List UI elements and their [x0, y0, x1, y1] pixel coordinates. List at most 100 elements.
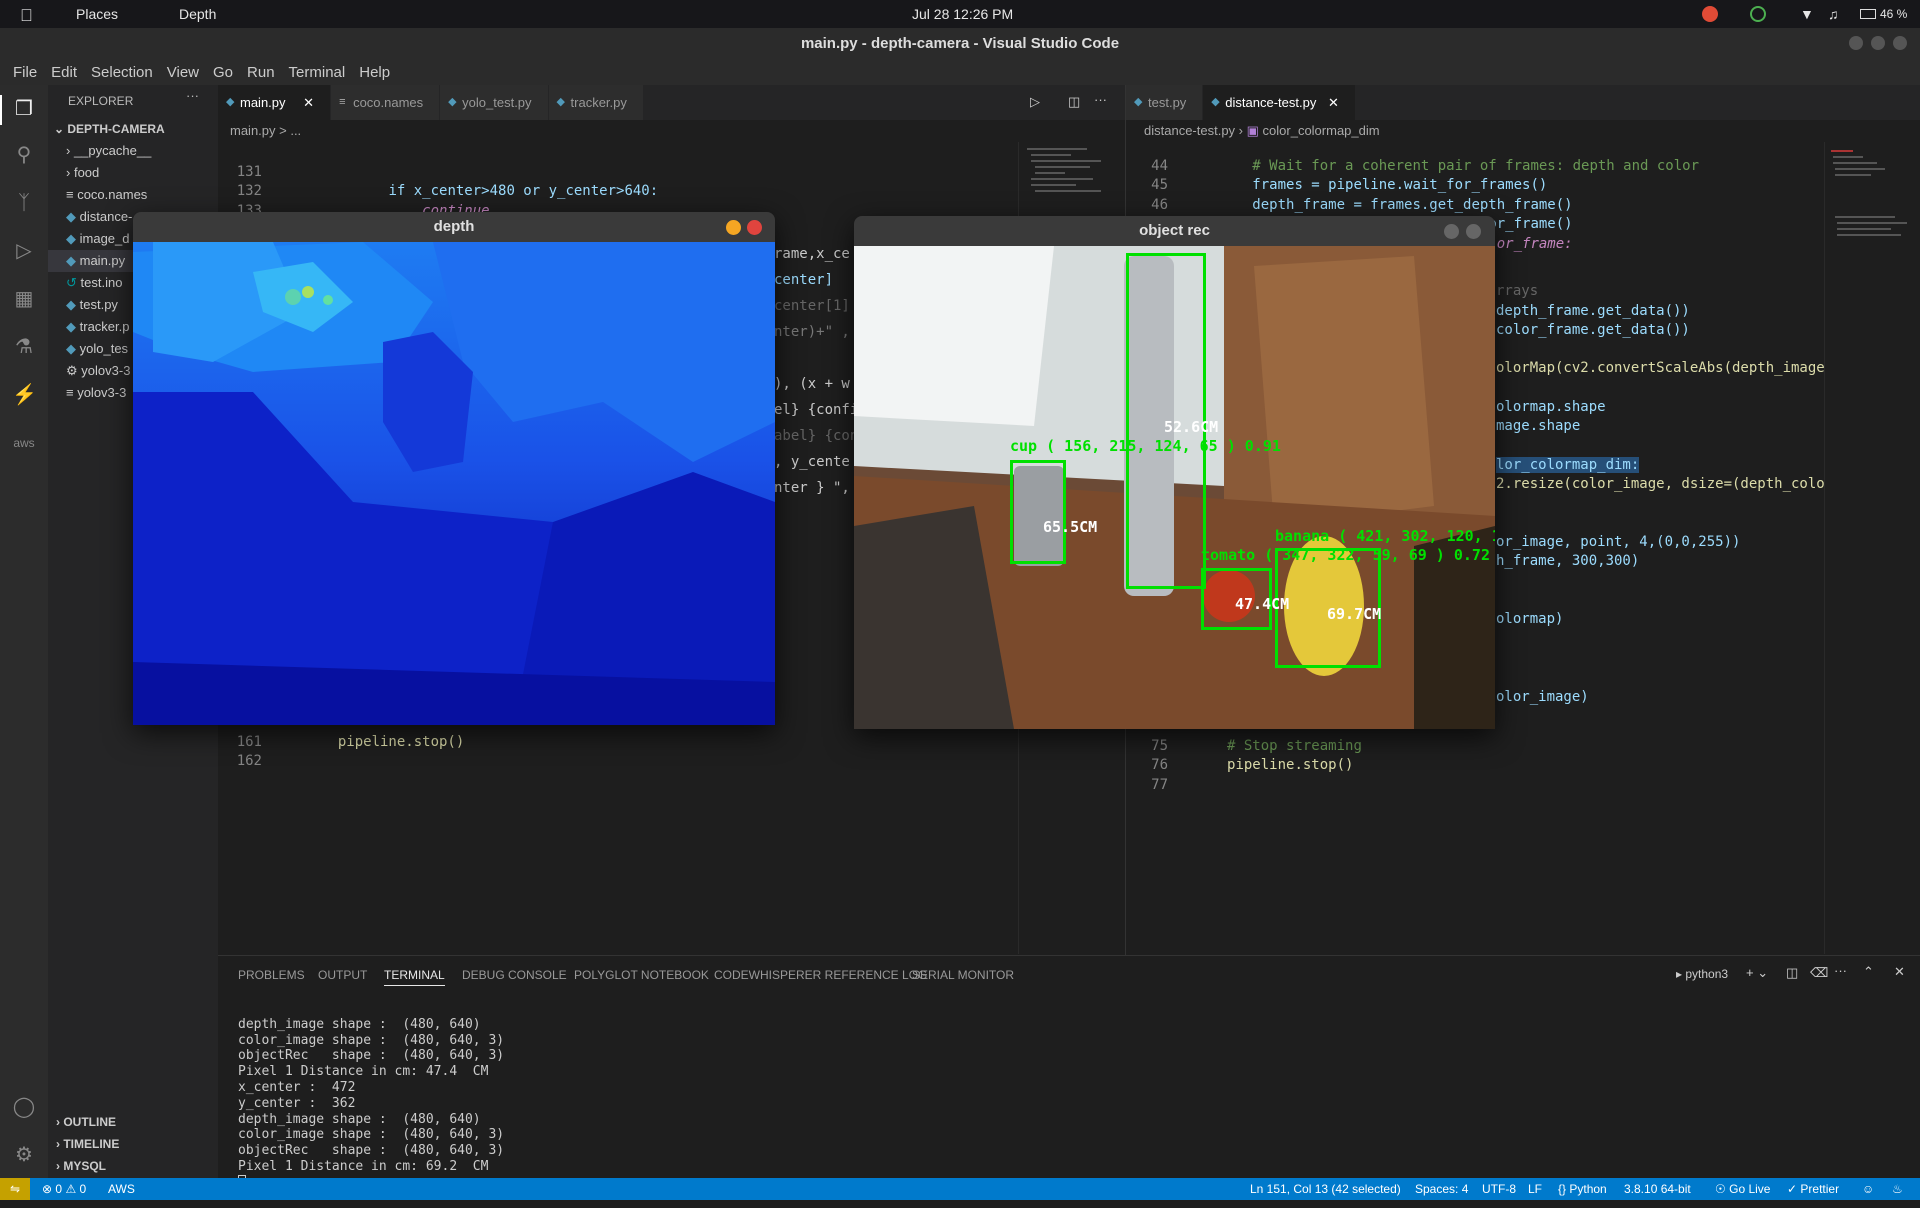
python-interpreter[interactable]: 3.8.10 64-bit [1624, 1178, 1691, 1200]
close-tab-icon[interactable]: ✕ [1328, 95, 1339, 110]
tab-main-py[interactable]: ◆ main.py ✕ [218, 85, 332, 120]
problems-indicator[interactable]: ⊗ 0 ⚠ 0 [42, 1178, 86, 1200]
more-actions-icon[interactable]: ··· [186, 88, 199, 103]
account-icon[interactable]: ◯ [12, 1095, 36, 1119]
menu-help[interactable]: Help [352, 64, 397, 81]
sync-icon[interactable] [1750, 6, 1766, 22]
split-terminal-icon[interactable]: ◫ [1786, 965, 1798, 981]
cursor-position[interactable]: Ln 151, Col 13 (42 selected) [1250, 1178, 1401, 1200]
minimize-dot-icon[interactable] [1444, 224, 1459, 239]
tree-item-pycache[interactable]: › __pycache__ [48, 140, 218, 162]
extensions-icon[interactable]: ▦ [12, 287, 36, 311]
close-panel-icon[interactable]: ✕ [1894, 964, 1905, 980]
code-fragment: abel} {con [774, 428, 859, 444]
feedback-icon[interactable]: ☺ [1862, 1178, 1874, 1200]
encoding[interactable]: UTF-8 [1482, 1178, 1516, 1200]
app-menu[interactable]: Depth [179, 6, 216, 22]
close-tab-icon[interactable]: ✕ [303, 95, 314, 110]
line-ending[interactable]: LF [1528, 1178, 1542, 1200]
tab-problems[interactable]: PROBLEMS [238, 968, 305, 982]
tab-codewhisperer[interactable]: CODEWHISPERER REFERENCE LOG [714, 968, 927, 982]
tab-debug-console[interactable]: DEBUG CONSOLE [462, 968, 567, 982]
close-dot-icon[interactable] [747, 220, 762, 235]
notifications-icon[interactable]: ♨ [1892, 1178, 1903, 1200]
mysql-label: MYSQL [63, 1159, 107, 1173]
code-fragment: el} {confi [774, 402, 859, 418]
close-dot-icon[interactable] [1466, 224, 1481, 239]
tree-item-label: distance- [79, 209, 133, 224]
source-control-icon[interactable]: ᛉ [12, 191, 36, 215]
menu-run[interactable]: Run [240, 64, 282, 81]
panel-more-icon[interactable]: ··· [1834, 963, 1847, 978]
left-tab-bar: ◆ main.py ✕ ≡ coco.names ◆ yolo_test.py ◆ tr… [218, 85, 1125, 120]
terminal-panel: PROBLEMS OUTPUT TERMINAL DEBUG CONSOLE P… [218, 955, 1920, 1188]
terminal-line: objectRec shape : (480, 640, 3) [238, 1048, 505, 1064]
menu-view[interactable]: View [160, 64, 206, 81]
language-mode[interactable]: {} Python [1558, 1178, 1607, 1200]
depth-window[interactable]: depth [133, 212, 775, 725]
tab-coco-names[interactable]: ≡ coco.names [331, 85, 441, 120]
minimize-dot-icon[interactable] [726, 220, 741, 235]
close-window-button[interactable] [1893, 36, 1907, 50]
remote-icon[interactable]: ⇋ [0, 1178, 30, 1200]
tab-test-py[interactable]: ◆ test.py [1126, 85, 1204, 120]
editor-more-icon[interactable]: ··· [1094, 92, 1107, 107]
object-rec-window[interactable]: object rec cup ( 156, 215, 124, 65 ) 0.9… [854, 216, 1495, 729]
code-fragment: olormap) [1496, 611, 1564, 628]
settings-gear-icon[interactable]: ⚙ [12, 1143, 36, 1167]
volume-icon[interactable]: ♫ [1828, 6, 1839, 22]
clock[interactable]: Jul 28 12:26 PM [912, 6, 1013, 22]
breadcrumb-file[interactable]: distance-test.py [1144, 123, 1235, 138]
tab-output[interactable]: OUTPUT [318, 968, 367, 982]
maximize-panel-icon[interactable]: ⌃ [1863, 964, 1874, 980]
battery-icon[interactable] [1860, 9, 1876, 19]
minimize-button[interactable] [1849, 36, 1863, 50]
run-file-icon[interactable]: ▷ [1030, 94, 1040, 110]
line-number: 162 [236, 753, 262, 769]
apple-icon[interactable]:  [20, 6, 33, 26]
tab-polyglot-notebook[interactable]: POLYGLOT NOTEBOOK [574, 968, 709, 982]
wifi-icon[interactable]: ▼ [1800, 6, 1814, 22]
indentation[interactable]: Spaces: 4 [1415, 1178, 1468, 1200]
timeline-section[interactable]: › TIMELINE [56, 1137, 119, 1151]
tab-tracker[interactable]: ◆ tracker.py [548, 85, 644, 120]
menu-go[interactable]: Go [206, 64, 240, 81]
tab-yolo-test[interactable]: ◆ yolo_test.py [440, 85, 549, 120]
explorer-icon[interactable]: ❐ [12, 97, 36, 121]
breadcrumb-symbol[interactable]: color_colormap_dim [1263, 123, 1380, 138]
tab-serial-monitor[interactable]: SERIAL MONITOR [912, 968, 1014, 982]
search-icon[interactable]: ⚲ [12, 143, 36, 167]
breadcrumb[interactable]: main.py > ... [230, 120, 301, 142]
tab-distance-test[interactable]: ◆ distance-test.py ✕ [1203, 85, 1356, 120]
mysql-section[interactable]: › MYSQL [56, 1159, 106, 1173]
kill-terminal-icon[interactable]: ⌫ [1810, 965, 1828, 981]
split-editor-icon[interactable]: ◫ [1068, 94, 1080, 110]
tree-item-food[interactable]: › food [48, 162, 218, 184]
prettier[interactable]: ✓ Prettier [1787, 1178, 1839, 1200]
new-terminal-icon[interactable]: + ⌄ [1746, 965, 1768, 981]
language-label: Python [1569, 1182, 1607, 1196]
right-minimap[interactable] [1824, 142, 1920, 954]
chrome-icon[interactable] [1702, 6, 1718, 22]
places-menu[interactable]: Places [76, 6, 118, 22]
tree-item-label: yolov3-3 [77, 385, 127, 400]
testing-icon[interactable]: ⚗ [12, 335, 36, 359]
maximize-button[interactable] [1871, 36, 1885, 50]
tab-terminal[interactable]: TERMINAL [384, 968, 445, 986]
aws-icon[interactable]: aws [12, 431, 36, 455]
go-live[interactable]: ☉ Go Live [1715, 1178, 1770, 1200]
menu-edit[interactable]: Edit [44, 64, 84, 81]
right-code-bottom[interactable]: 75 # Stop streaming 76 pipeline.stop() 7… [1126, 717, 1362, 815]
outline-section[interactable]: › OUTLINE [56, 1115, 116, 1129]
aws-status[interactable]: AWS [108, 1178, 135, 1200]
menu-file[interactable]: File [6, 64, 44, 81]
line-number: 75 [1151, 737, 1168, 754]
run-debug-icon[interactable]: ▷ [12, 239, 36, 263]
tree-item-coco[interactable]: ≡ coco.names [48, 184, 218, 206]
terminal-output[interactable]: depth_image shape : (480, 640) color_ima… [238, 1001, 504, 1208]
lightning-icon[interactable]: ⚡ [12, 383, 37, 407]
folder-root[interactable]: ⌄ DEPTH-CAMERA [48, 118, 218, 140]
menu-selection[interactable]: Selection [84, 64, 160, 81]
terminal-shell-selector[interactable]: ▸ python3 [1676, 967, 1728, 981]
menu-terminal[interactable]: Terminal [282, 64, 353, 81]
